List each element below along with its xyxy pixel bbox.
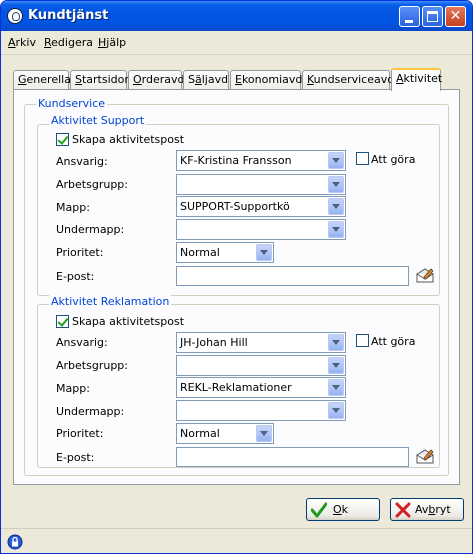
tab-orderavd[interactable]: Orderavd [128, 70, 185, 90]
tab-panel-aktivitet: Kundservice Aktivitet Support Skapa akti… [13, 89, 460, 485]
chevron-down-icon[interactable] [256, 244, 272, 261]
tab-generella[interactable]: Generella [13, 70, 71, 90]
menu-arkiv[interactable]: Arkiv [8, 36, 36, 49]
chevron-down-icon[interactable] [328, 334, 344, 351]
close-button[interactable]: ✕ [445, 6, 466, 27]
support-undermapp-label: Undermapp: [56, 223, 125, 236]
chevron-down-icon[interactable] [328, 152, 344, 169]
support-group-label: Aktivitet Support [49, 114, 147, 127]
ok-button[interactable]: Ok [306, 498, 380, 521]
support-undermapp-select[interactable] [176, 219, 346, 240]
green-check-icon [311, 502, 327, 518]
support-arbetsgrupp-label: Arbetsgrupp: [56, 178, 128, 191]
title-bar[interactable]: Kundtjänst ✕ [1, 1, 472, 31]
lock-icon [7, 534, 23, 550]
reklamation-mapp-label: Mapp: [56, 382, 90, 395]
reklamation-skapa-checkbox[interactable] [56, 315, 69, 328]
maximize-icon [427, 11, 438, 22]
support-arbetsgrupp-select[interactable] [176, 174, 346, 195]
support-ansvarig-select[interactable]: KF-Kristina Fransson [176, 150, 346, 171]
reklamation-arbetsgrupp-label: Arbetsgrupp: [56, 359, 128, 372]
chevron-down-icon[interactable] [328, 198, 344, 215]
minimize-icon [405, 20, 413, 23]
support-epost-field[interactable] [176, 266, 409, 286]
window-title: Kundtjänst [28, 8, 109, 23]
reklamation-undermapp-select[interactable] [176, 400, 346, 421]
chevron-down-icon[interactable] [328, 221, 344, 238]
ok-button-label: Ok [333, 503, 349, 516]
tab-kundserviceavd[interactable]: Kundserviceavd [302, 70, 394, 90]
menu-hjalp[interactable]: Hjälp [98, 36, 126, 49]
maximize-button[interactable] [422, 6, 443, 27]
reklamation-epost-field[interactable] [176, 447, 409, 467]
cancel-button[interactable]: Avbryt [390, 498, 464, 521]
chevron-down-icon[interactable] [256, 425, 272, 442]
reklamation-skapa-label: Skapa aktivitetspost [72, 315, 185, 328]
cancel-button-label: Avbryt [415, 503, 451, 516]
menu-bar: Arkiv Redigera Hjälp [1, 31, 472, 55]
reklamation-ansvarig-select[interactable]: JH-Johan Hill [176, 332, 346, 353]
reklamation-ansvarig-label: Ansvarig: [56, 336, 108, 349]
reklamation-arbetsgrupp-select[interactable] [176, 355, 346, 376]
chevron-down-icon[interactable] [328, 357, 344, 374]
tab-startsidor[interactable]: Startsidor [70, 70, 129, 90]
chevron-down-icon[interactable] [328, 379, 344, 396]
support-prioritet-select[interactable]: Normal [176, 242, 274, 263]
reklamation-epost-label: E-post: [56, 451, 95, 464]
chevron-down-icon[interactable] [328, 176, 344, 193]
support-att-gora-checkbox[interactable] [356, 152, 369, 165]
support-prioritet-label: Prioritet: [56, 246, 104, 259]
tab-aktivitet[interactable]: Aktivitet [391, 68, 442, 91]
support-ansvarig-label: Ansvarig: [56, 155, 108, 168]
main-window: Kundtjänst ✕ Arkiv Redigera Hjälp Genere… [0, 0, 473, 554]
support-att-gora-label: Att göra [371, 153, 416, 166]
reklamation-undermapp-label: Undermapp: [56, 405, 125, 418]
status-bar [1, 528, 472, 553]
chevron-down-icon[interactable] [328, 402, 344, 419]
kundservice-group-label: Kundservice [36, 97, 107, 110]
reklamation-prioritet-label: Prioritet: [56, 427, 104, 440]
tab-saljavd[interactable]: Säljavd [183, 70, 229, 90]
envelope-pen-icon[interactable] [416, 267, 434, 283]
support-mapp-select[interactable]: SUPPORT-Supportkö [176, 196, 346, 217]
reklamation-att-gora-checkbox[interactable] [356, 334, 369, 347]
reklamation-mapp-select[interactable]: REKL-Reklamationer [176, 377, 346, 398]
red-x-icon [395, 502, 411, 518]
close-icon: ✕ [449, 8, 462, 24]
reklamation-prioritet-select[interactable]: Normal [176, 423, 274, 444]
menu-redigera[interactable]: Redigera [44, 36, 93, 49]
envelope-pen-icon[interactable] [416, 448, 434, 464]
minimize-button[interactable] [399, 6, 420, 27]
support-skapa-checkbox[interactable] [56, 133, 69, 146]
reklamation-att-gora-label: Att göra [371, 335, 416, 348]
support-mapp-label: Mapp: [56, 201, 90, 214]
tab-ekonomiavd[interactable]: Ekonomiavd [230, 70, 302, 90]
support-epost-label: E-post: [56, 270, 95, 283]
reklamation-group-label: Aktivitet Reklamation [49, 295, 172, 308]
app-icon [7, 8, 23, 24]
support-skapa-label: Skapa aktivitetspost [72, 133, 185, 146]
